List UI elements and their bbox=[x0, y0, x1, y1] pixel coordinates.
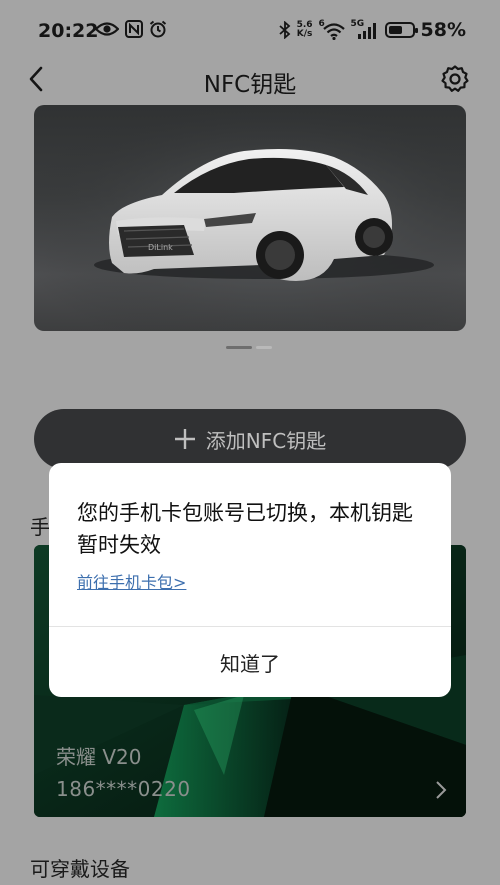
battery-percent: 58% bbox=[420, 19, 466, 41]
network-speed-unit: K/s bbox=[296, 29, 313, 39]
bluetooth-icon bbox=[278, 21, 290, 39]
battery-fill bbox=[388, 26, 402, 34]
phone-number: 186****0220 bbox=[56, 777, 191, 801]
dialog-message: 您的手机卡包账号已切换，本机钥匙暂时失效 bbox=[77, 501, 413, 557]
nav-bar: NFC钥匙 bbox=[0, 60, 500, 100]
wearable-section-label: 可穿戴设备 bbox=[30, 857, 130, 881]
phone-section-label: 手 bbox=[30, 515, 50, 539]
wifi-icon bbox=[322, 23, 345, 40]
battery-icon bbox=[384, 22, 418, 38]
status-time: 20:22 bbox=[38, 20, 99, 42]
status-left-icons bbox=[95, 20, 167, 38]
chevron-right-icon[interactable] bbox=[434, 779, 448, 801]
dialog-confirm-button[interactable]: 知道了 bbox=[49, 627, 451, 697]
cellular-indicator: 5G bbox=[351, 20, 379, 40]
nfc-icon bbox=[125, 20, 143, 38]
network-speed: 5.6 K/s bbox=[297, 21, 313, 39]
settings-gear-icon[interactable] bbox=[440, 64, 470, 94]
carousel-pager bbox=[226, 346, 272, 349]
car-image: DiLink bbox=[34, 105, 466, 331]
signal-icon bbox=[357, 23, 376, 39]
plus-icon bbox=[174, 429, 195, 449]
car-badge-text: DiLink bbox=[148, 243, 173, 252]
status-right-icons: 5.6 K/s 6 5G 58% bbox=[278, 19, 466, 41]
page-title: NFC钥匙 bbox=[203, 72, 297, 98]
car-image-card[interactable]: DiLink bbox=[34, 105, 466, 331]
eye-icon bbox=[95, 22, 119, 36]
pager-dot bbox=[256, 346, 272, 349]
wifi-indicator: 6 bbox=[319, 20, 345, 40]
phone-model: 荣耀 V20 bbox=[56, 745, 142, 769]
pager-dot-active bbox=[226, 346, 252, 349]
status-bar: 20:22 5.6 K/s 6 5G 58% bbox=[0, 0, 500, 62]
nfc-key-invalid-dialog: 您的手机卡包账号已切换，本机钥匙暂时失效 前往手机卡包> 知道了 bbox=[49, 463, 451, 697]
go-to-wallet-link[interactable]: 前往手机卡包> bbox=[77, 569, 186, 593]
add-nfc-key-label: 添加NFC钥匙 bbox=[205, 428, 327, 453]
alarm-icon bbox=[149, 20, 167, 38]
add-nfc-key-button[interactable]: 添加NFC钥匙 bbox=[34, 409, 466, 469]
